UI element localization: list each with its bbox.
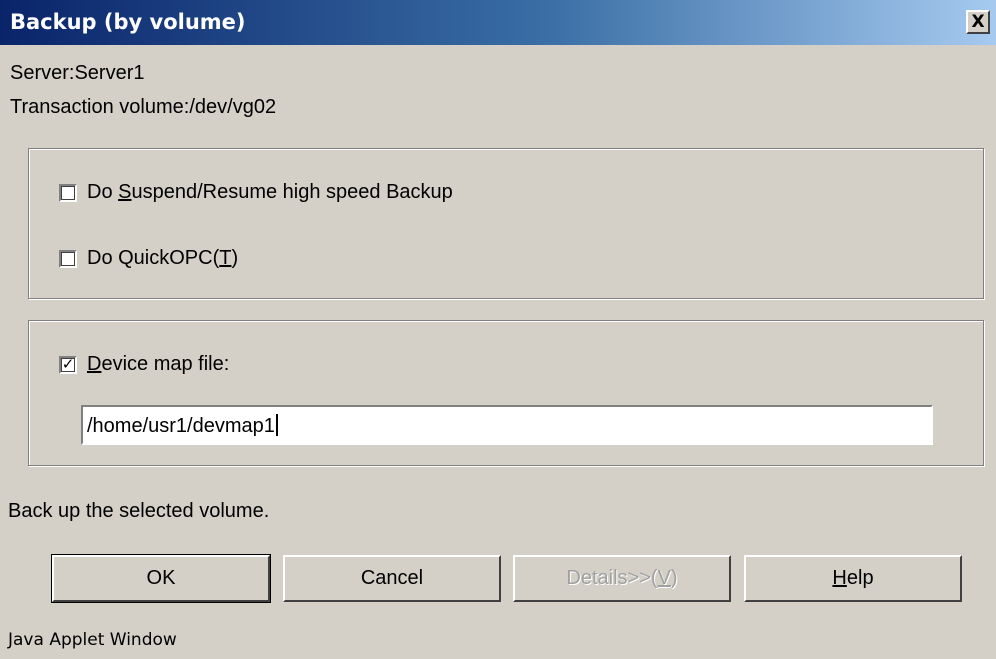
cancel-button[interactable]: Cancel [283,555,501,602]
device-map-checkbox[interactable]: ✓ [59,355,77,374]
quick-opc-checkbox[interactable] [59,249,77,268]
quick-opc-option[interactable]: Do QuickOPC(T) [59,247,238,270]
suspend-resume-checkbox[interactable] [59,183,77,202]
transaction-volume-label: Transaction volume:/dev/vg02 [10,96,277,118]
title-bar[interactable]: Backup (by volume) X [0,0,996,45]
device-map-option[interactable]: ✓ Device map file: [59,353,229,376]
close-icon: X [971,12,985,32]
help-button[interactable]: Help [744,555,962,602]
device-map-label: Device map file: [87,353,230,375]
ok-button[interactable]: OK [51,554,271,603]
details-button[interactable]: Details>>(V) [513,555,731,602]
server-label: Server:Server1 [10,62,145,84]
close-button[interactable]: X [966,10,990,34]
quick-opc-label: Do QuickOPC(T) [87,247,239,269]
applet-footer: Java Applet Window [8,630,177,650]
window-title: Backup (by volume) [10,10,246,34]
suspend-resume-option[interactable]: Do Suspend/Resume high speed Backup [59,181,453,204]
suspend-resume-label: Do Suspend/Resume high speed Backup [87,181,453,203]
status-text: Back up the selected volume. [8,500,270,522]
device-map-group: ✓ Device map file: /home/usr1/devmap1 [28,320,984,466]
device-map-file-input[interactable]: /home/usr1/devmap1 [81,405,933,445]
text-caret [275,414,278,436]
backup-options-group: Do Suspend/Resume high speed Backup Do Q… [28,148,984,299]
